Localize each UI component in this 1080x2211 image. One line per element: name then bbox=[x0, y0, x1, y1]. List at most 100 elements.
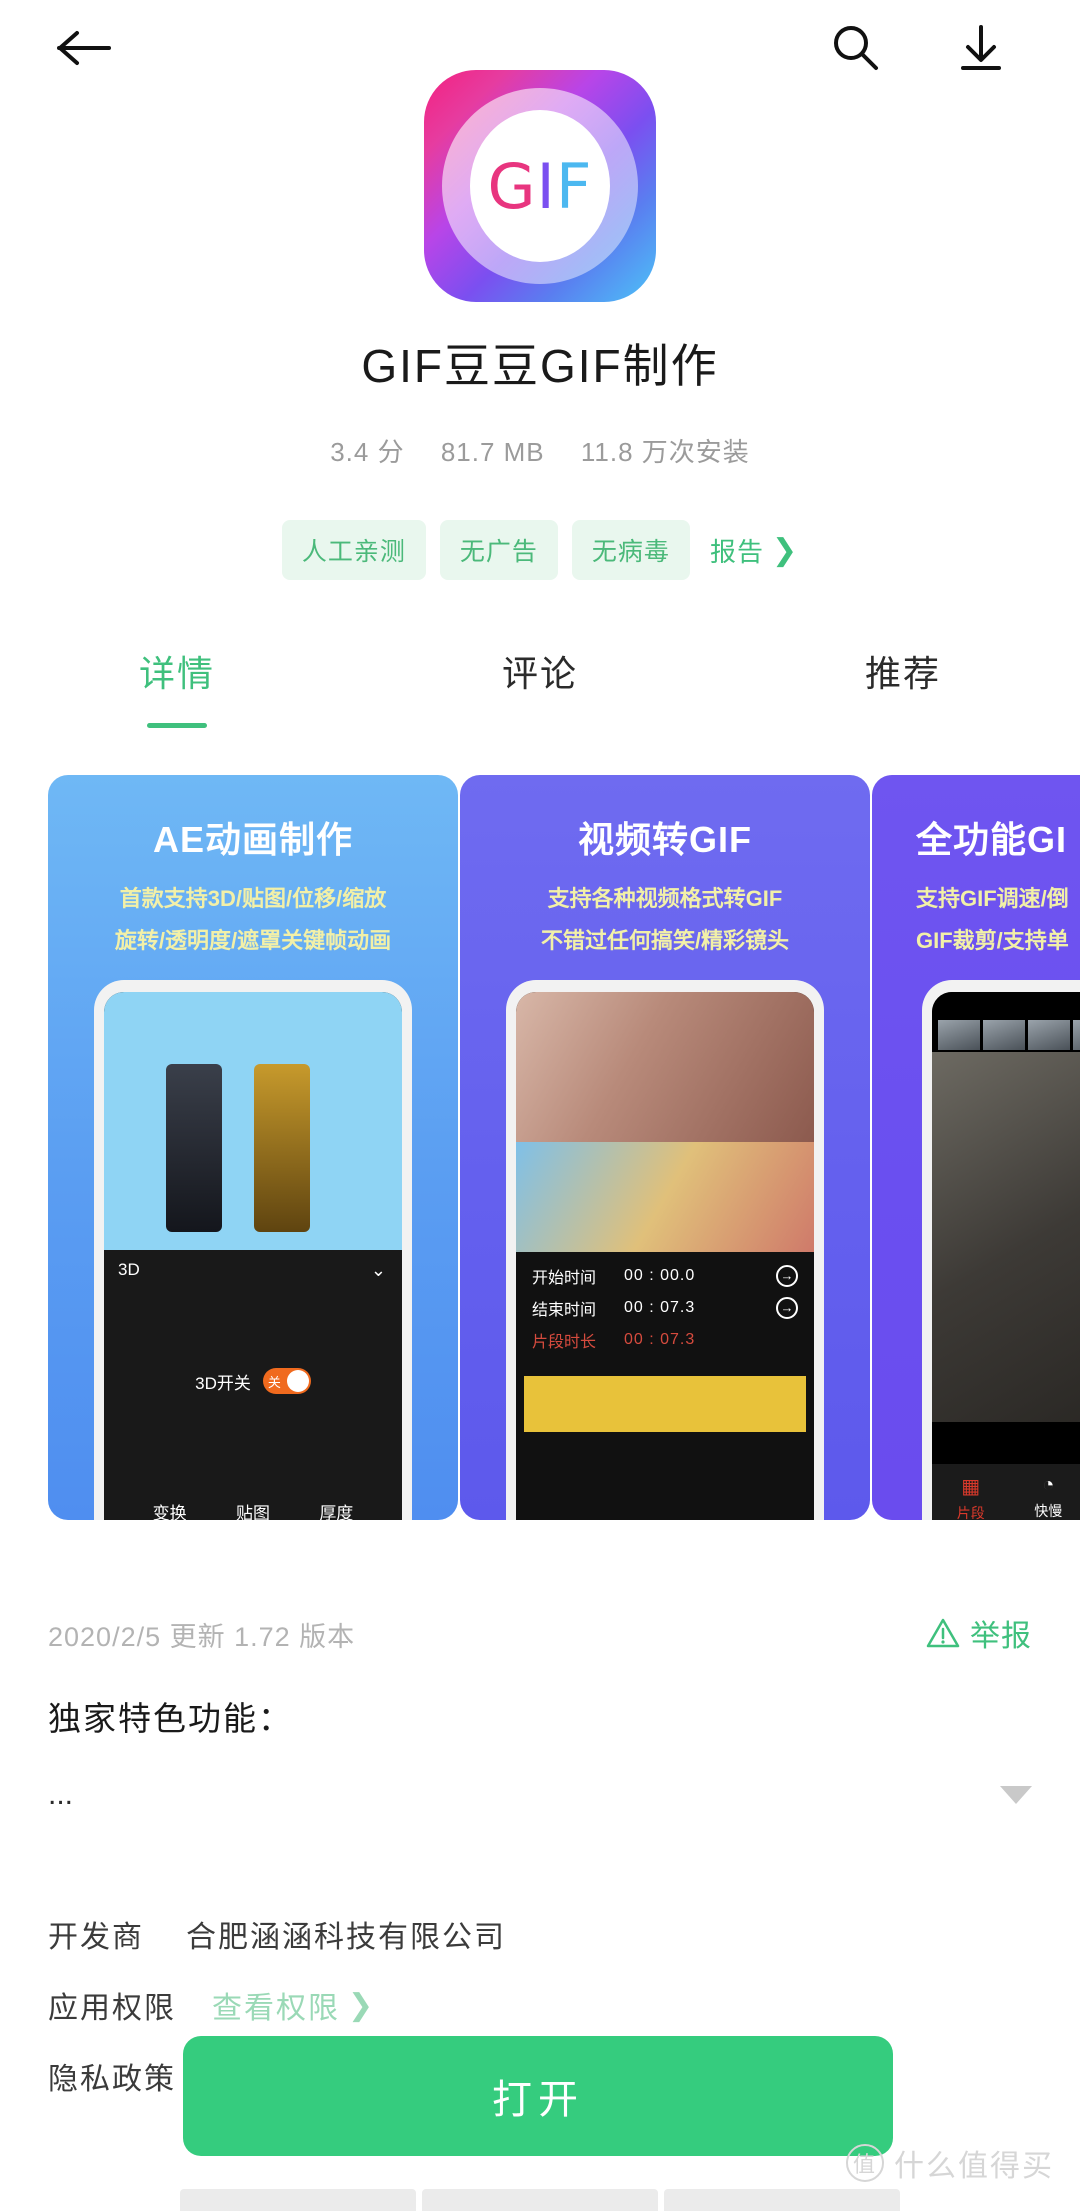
tool-tab-texture: 贴图 bbox=[235, 1504, 270, 1520]
screenshot-card-1[interactable]: AE动画制作 首款支持3D/贴图/位移/缩放 旋转/透明度/遮罩关键帧动画 3D… bbox=[48, 775, 458, 1520]
description-body: ... bbox=[48, 1778, 74, 1811]
chevron-right-icon: ❯ bbox=[771, 533, 799, 567]
toolbar-speed: ◔ 快慢 bbox=[1010, 1464, 1080, 1520]
badge-no-ads: 无广告 bbox=[439, 520, 558, 580]
screenshot-1-sub2: 旋转/透明度/遮罩关键帧动画 bbox=[114, 928, 392, 953]
back-button[interactable] bbox=[48, 12, 120, 84]
app-installs: 11.8 万次安装 bbox=[580, 437, 750, 467]
screenshot-1-title: AE动画制作 bbox=[152, 819, 353, 860]
app-stats: 3.4 分 81.7 MB 11.8 万次安装 bbox=[0, 432, 1080, 469]
developer-label: 开发商 bbox=[48, 1921, 144, 1954]
panel-label-3d: 3D bbox=[118, 1260, 140, 1279]
screenshot-2-sub2: 不错过任何搞笑/精彩镜头 bbox=[540, 928, 790, 953]
view-permissions-label: 查看权限 bbox=[212, 1992, 340, 2025]
placeholder-item-3 bbox=[664, 2189, 900, 2211]
screenshot-2-screen: 开始时间 00 : 00.0 → 结束时间 00 : 07.3 → 片段时长 0… bbox=[516, 992, 814, 1520]
toolbar-clip: ▦ 片段 bbox=[932, 1464, 1010, 1520]
3d-switch-label: 3D开关 bbox=[195, 1373, 251, 1393]
screenshot-card-3[interactable]: 全功能GI 支持GIF调速/倒 GIF裁剪/支持单 (共62 ▦ 片 bbox=[872, 775, 1080, 1520]
toolbar-speed-label: 快慢 bbox=[1034, 1503, 1063, 1519]
screenshot-2-title: 视频转GIF bbox=[578, 819, 752, 860]
tab-details[interactable]: 详情 bbox=[52, 645, 302, 728]
character-figure-1 bbox=[166, 1064, 222, 1232]
film-icon: ▦ bbox=[961, 1476, 981, 1498]
3d-toggle: 关 bbox=[262, 1368, 311, 1394]
app-icon-label: GIF bbox=[487, 150, 592, 223]
screenshot-card-2[interactable]: 视频转GIF 支持各种视频格式转GIF 不错过任何搞笑/精彩镜头 开始时间 00… bbox=[460, 775, 870, 1520]
screenshot-3-title: 全功能GI bbox=[916, 819, 1068, 860]
badge-no-virus: 无病毒 bbox=[571, 520, 690, 580]
download-icon bbox=[961, 25, 1001, 70]
update-text: 2020/2/5 更新 1.72 版本 bbox=[48, 1622, 356, 1652]
privacy-policy-row: 隐私政策 bbox=[48, 2054, 176, 2098]
frame-list-header: (共62 bbox=[932, 992, 1080, 1052]
screenshot-1-preview bbox=[104, 992, 402, 1250]
screenshot-3-sub2: GIF裁剪/支持单 bbox=[916, 928, 1069, 953]
app-rating: 3.4 分 bbox=[330, 437, 405, 467]
watermark-text: 什么值得买 bbox=[894, 2150, 1054, 2183]
screenshot-1-panel: 3D ⌄ 3D开关 关 变换 贴图 厚度 bbox=[104, 1250, 402, 1520]
report-button-label: 举报 bbox=[970, 1620, 1032, 1653]
screenshot-1-screen: 3D ⌄ 3D开关 关 变换 贴图 厚度 bbox=[104, 992, 402, 1520]
end-time-label: 结束时间 bbox=[532, 1302, 597, 1319]
toolbar-clip-label: 片段 bbox=[956, 1505, 985, 1520]
duration-value: 00 : 07.3 bbox=[624, 1331, 696, 1348]
download-button[interactable] bbox=[945, 12, 1017, 84]
update-row: 2020/2/5 更新 1.72 版本 举报 bbox=[0, 1615, 1080, 1665]
tab-comments-label: 评论 bbox=[501, 653, 578, 694]
watermark: 值 什么值得买 bbox=[846, 2141, 1054, 2185]
watermark-logo: 值 bbox=[846, 2144, 884, 2182]
icon-letter-i: I bbox=[536, 149, 556, 223]
search-icon bbox=[834, 26, 878, 70]
badge-row: 人工亲测 无广告 无病毒 报告 ❯ bbox=[0, 520, 1080, 580]
placeholder-item-2 bbox=[422, 2189, 658, 2211]
permissions-label: 应用权限 bbox=[48, 1992, 176, 2025]
frame-thumbnails bbox=[938, 1020, 1080, 1050]
toggle-knob bbox=[286, 1370, 309, 1392]
screenshot-1-sub1: 首款支持3D/贴图/位移/缩放 bbox=[119, 886, 387, 911]
report-button[interactable]: 举报 bbox=[926, 1611, 1032, 1655]
video-preview-top bbox=[516, 992, 814, 1142]
end-time-value: 00 : 07.3 bbox=[624, 1299, 696, 1316]
screenshot-carousel[interactable]: AE动画制作 首款支持3D/贴图/位移/缩放 旋转/透明度/遮罩关键帧动画 3D… bbox=[0, 775, 1080, 1520]
chevron-down-icon: ⌄ bbox=[370, 1260, 386, 1280]
video-preview-bottom bbox=[516, 1142, 814, 1252]
screenshot-3-sub1: 支持GIF调速/倒 bbox=[916, 886, 1069, 911]
screenshot-1-tool-tabs: 变换 贴图 厚度 bbox=[104, 1499, 402, 1520]
3d-toggle-state: 关 bbox=[267, 1374, 281, 1390]
page-title: GIF豆豆GIF制作 bbox=[361, 340, 719, 392]
tab-recommend[interactable]: 推荐 bbox=[778, 645, 1028, 697]
tab-bar: 详情 评论 推荐 bbox=[0, 645, 1080, 765]
badge-manual-test: 人工亲测 bbox=[281, 520, 426, 580]
security-report-link[interactable]: 报告 ❯ bbox=[710, 532, 798, 569]
speed-gauge-icon: ◔ bbox=[1042, 1474, 1055, 1496]
tool-tab-transform: 变换 bbox=[152, 1504, 187, 1520]
arrow-right-circle-icon: → bbox=[776, 1265, 798, 1287]
app-icon: GIF bbox=[424, 70, 656, 302]
search-button[interactable] bbox=[820, 12, 892, 84]
warning-triangle-icon bbox=[926, 1618, 960, 1648]
view-permissions-link[interactable]: 查看权限 ❯ bbox=[212, 1983, 375, 2027]
open-button[interactable]: 打开 bbox=[183, 2036, 893, 2156]
tab-recommend-label: 推荐 bbox=[864, 653, 941, 694]
arrow-right-circle-icon-2: → bbox=[776, 1297, 798, 1319]
screenshot-2-panel: 开始时间 00 : 00.0 → 结束时间 00 : 07.3 → 片段时长 0… bbox=[516, 1252, 814, 1520]
screenshot-3-phone-mock: (共62 ▦ 片段 ◔ 快慢 ⟲ 倒 bbox=[922, 980, 1080, 1520]
film-strip bbox=[524, 1376, 806, 1432]
duration-row: 片段时长 00 : 07.3 bbox=[532, 1328, 798, 1352]
tab-details-label: 详情 bbox=[138, 653, 215, 694]
tab-active-indicator bbox=[147, 723, 207, 728]
tab-comments[interactable]: 评论 bbox=[415, 645, 665, 697]
app-icon-inner: GIF bbox=[470, 110, 610, 262]
character-figure-2 bbox=[254, 1064, 310, 1232]
chevron-down-icon[interactable] bbox=[1000, 1786, 1032, 1804]
placeholder-item-1 bbox=[180, 2189, 416, 2211]
permissions-row: 应用权限 查看权限 ❯ bbox=[48, 1983, 375, 2027]
developer-row: 开发商 合肥涵涵科技有限公司 bbox=[48, 1912, 506, 1956]
screenshot-1-phone-mock: 3D ⌄ 3D开关 关 变换 贴图 厚度 bbox=[94, 980, 412, 1520]
duration-label: 片段时长 bbox=[532, 1334, 597, 1351]
screenshot-3-toolbar: ▦ 片段 ◔ 快慢 ⟲ 倒序 ⊞ 加入片 bbox=[932, 1464, 1080, 1520]
developer-value: 合肥涵涵科技有限公司 bbox=[186, 1921, 506, 1954]
icon-letter-f: F bbox=[555, 149, 593, 223]
screenshot-2-sub1: 支持各种视频格式转GIF bbox=[547, 886, 783, 911]
